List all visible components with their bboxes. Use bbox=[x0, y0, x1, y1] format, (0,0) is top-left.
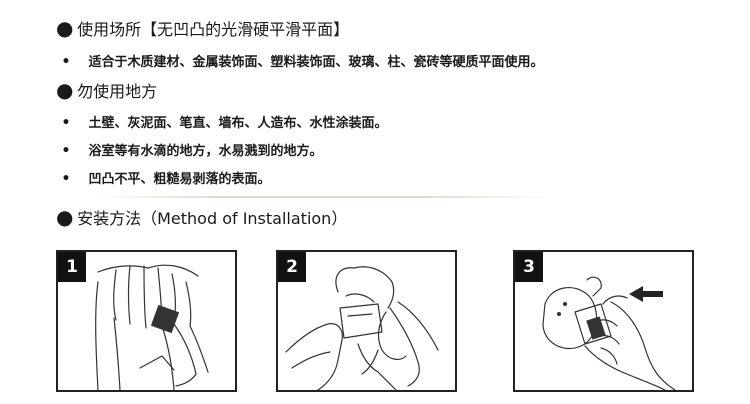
large-bullet: ● bbox=[56, 205, 74, 229]
usage-heading: ● 使用场所【无凹凸的光滑硬平滑平面】 bbox=[56, 18, 349, 40]
step-1-panel: 1 bbox=[56, 250, 237, 392]
step-number: 3 bbox=[515, 252, 543, 282]
large-bullet: ● bbox=[56, 16, 74, 40]
avoid-item: • 凹凸不平、粗糙易剥落的表面。 bbox=[60, 169, 271, 190]
avoid-item: • 土壁、灰泥面、笔直、墙布、人造布、水性涂装面。 bbox=[60, 113, 388, 134]
install-heading: ● 安装方法（Method of Installation） bbox=[56, 207, 347, 229]
usage-item: • 适合于木质建材、金属装饰面、塑料装饰面、玻璃、柱、瓷砖等硬质平面使用。 bbox=[60, 52, 544, 73]
large-bullet: ● bbox=[56, 78, 74, 102]
small-bullet: • bbox=[61, 171, 71, 187]
install-title: 安装方法（Method of Installation） bbox=[77, 209, 348, 228]
usage-title: 使用场所【无凹凸的光滑硬平滑平面】 bbox=[77, 20, 350, 39]
step-number: 1 bbox=[58, 252, 86, 282]
avoid-item-text: 凹凸不平、粗糙易剥落的表面。 bbox=[88, 172, 271, 187]
step-3-panel: 3 bbox=[513, 250, 694, 392]
step-number: 2 bbox=[278, 252, 306, 282]
avoid-item-text: 浴室等有水滴的地方，水易溅到的地方。 bbox=[88, 144, 323, 159]
step-2-panel: 2 bbox=[276, 250, 457, 392]
small-bullet: • bbox=[61, 115, 71, 131]
avoid-item: • 浴室等有水滴的地方，水易溅到的地方。 bbox=[60, 141, 323, 162]
avoid-title: 勿使用地方 bbox=[77, 82, 158, 101]
usage-item-text: 适合于木质建材、金属装饰面、塑料装饰面、玻璃、柱、瓷砖等硬质平面使用。 bbox=[88, 55, 544, 70]
section-divider bbox=[94, 196, 550, 198]
avoid-heading: ● 勿使用地方 bbox=[56, 80, 157, 102]
avoid-item-text: 土壁、灰泥面、笔直、墙布、人造布、水性涂装面。 bbox=[88, 116, 388, 131]
small-bullet: • bbox=[61, 54, 71, 70]
small-bullet: • bbox=[61, 143, 71, 159]
